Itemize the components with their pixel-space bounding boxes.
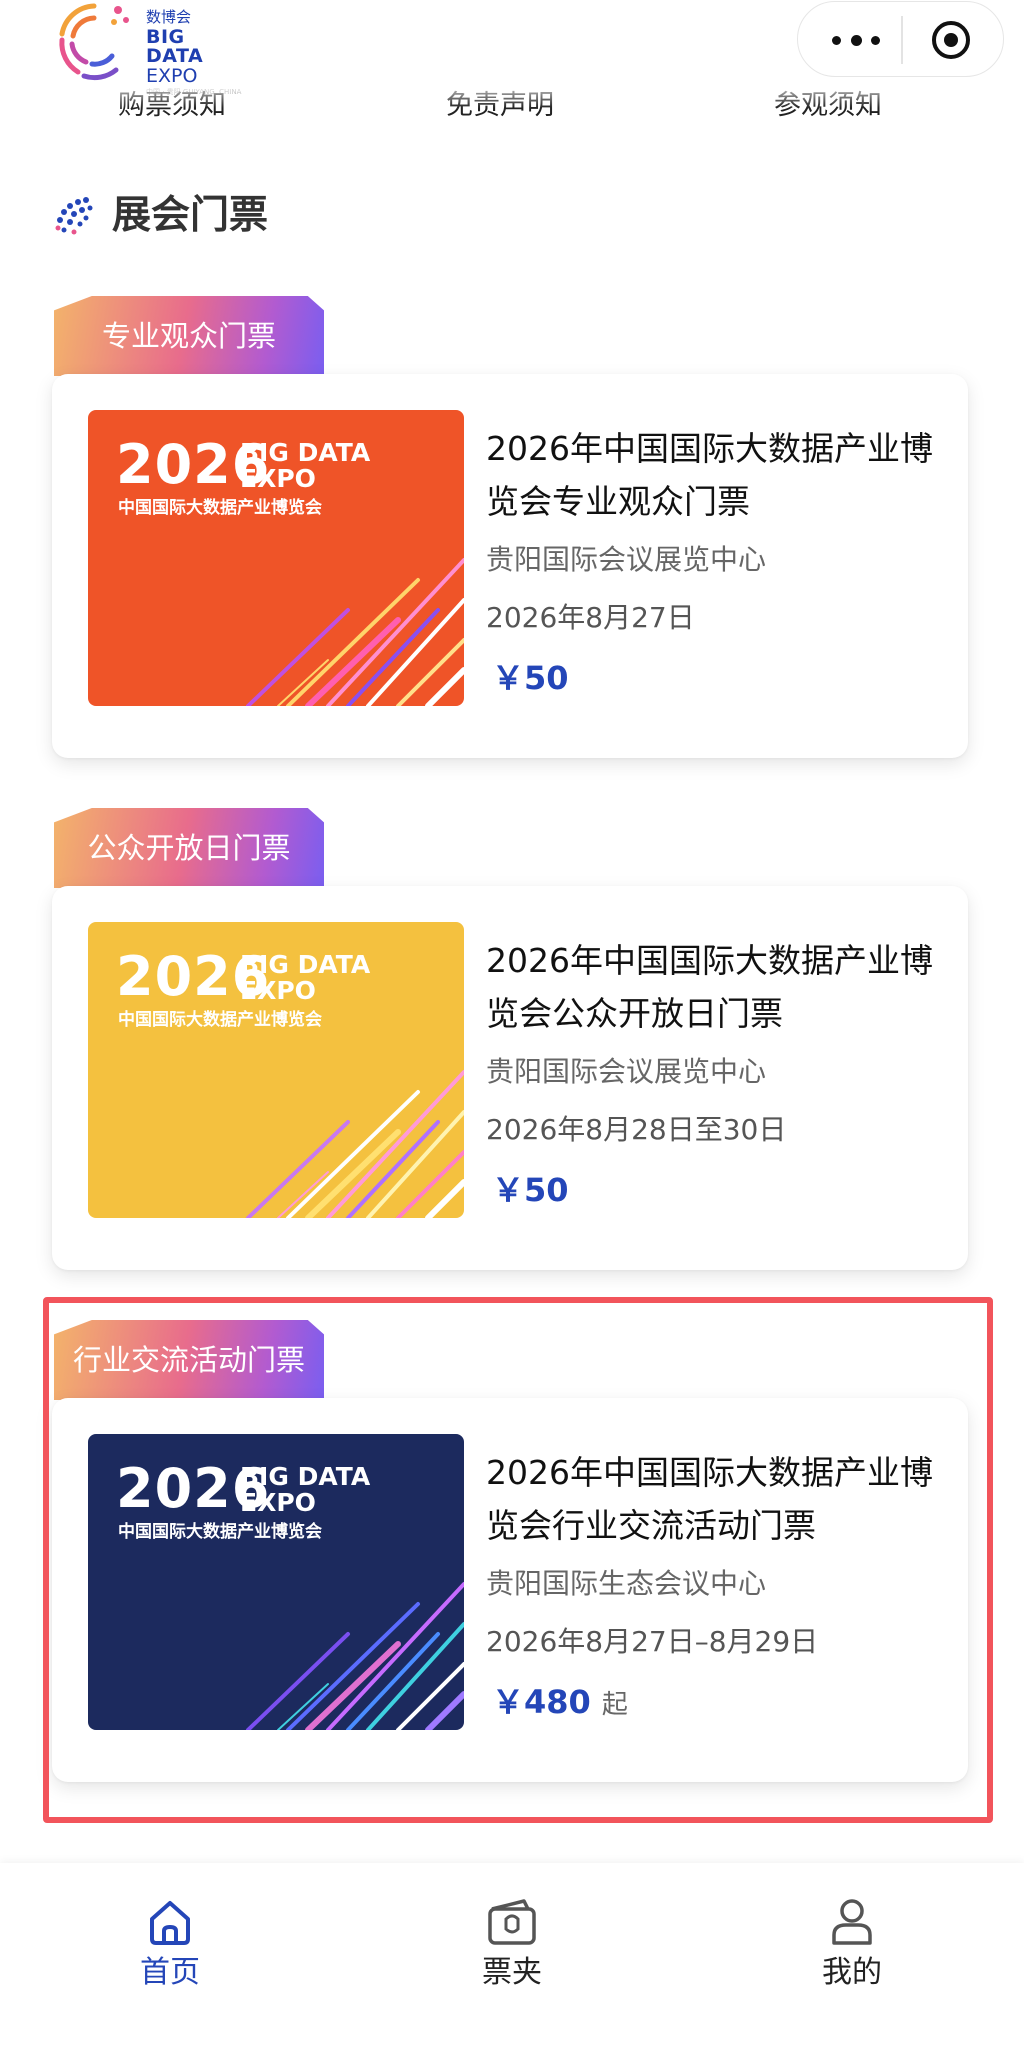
- link-visit-notice[interactable]: 参观须知: [774, 86, 882, 126]
- tab-ticket-wallet-label: 票夹: [482, 1955, 542, 1990]
- more-options-icon[interactable]: [828, 22, 884, 58]
- poster-brand: BIG DATA: [240, 438, 371, 467]
- poster-cn-title: 中国国际大数据产业博览会: [118, 1010, 322, 1030]
- ticket-wallet-icon: [488, 1899, 536, 1945]
- poster-cn-title: 中国国际大数据产业博览会: [118, 498, 322, 518]
- home-icon: [150, 1901, 190, 1945]
- section-title: 展会门票: [112, 193, 269, 238]
- ticket-category-tag: 公众开放日门票: [54, 808, 324, 888]
- ticket-block-professional: 专业观众门票 2026 BIG DATA EXPO 中国国际大数据产业博览会 2…: [50, 296, 970, 762]
- ticket-poster: 2026 BIG DATA EXPO 中国国际大数据产业博览会: [88, 410, 464, 706]
- expo-logo-mark: [59, 3, 129, 81]
- ticket-price: ￥50: [492, 659, 569, 697]
- poster-brand-2: EXPO: [240, 464, 316, 493]
- ticket-poster: 2026 BIG DATA EXPO 中国国际大数据产业博览会: [88, 922, 464, 1218]
- ticket-date: 2026年8月28日至30日: [486, 1113, 787, 1146]
- ticket-card[interactable]: 2026 BIG DATA EXPO 中国国际大数据产业博览会 2026年中国国…: [52, 374, 968, 758]
- user-icon: [832, 1899, 872, 1945]
- ticket-price-row: ￥50: [486, 1170, 946, 1210]
- ticket-date: 2026年8月27日: [486, 601, 695, 634]
- poster-brand: BIG DATA: [240, 950, 371, 979]
- miniprogram-capsule: [797, 1, 1004, 77]
- ticket-block-public: 公众开放日门票 2026 BIG DATA EXPO 中国国际大数据产业博览会 …: [50, 808, 970, 1274]
- capsule-divider: [901, 16, 903, 64]
- ticket-info: 2026年中国国际大数据产业博览会公众开放日门票 贵阳国际会议展览中心 2026…: [486, 934, 946, 1210]
- ticket-venue: 贵阳国际会议展览中心: [486, 543, 767, 576]
- ticket-title: 2026年中国国际大数据产业博览会公众开放日门票: [486, 941, 933, 1033]
- ticket-card[interactable]: 2026 BIG DATA EXPO 中国国际大数据产业博览会 2026年中国国…: [52, 886, 968, 1270]
- tab-profile[interactable]: 我的: [752, 1893, 952, 1993]
- ticket-info: 2026年中国国际大数据产业博览会专业观众门票 贵阳国际会议展览中心 2026年…: [486, 422, 946, 698]
- logo-cn-text: 数博会: [146, 8, 192, 26]
- ticket-category-label: 专业观众门票: [101, 319, 276, 353]
- tab-profile-label: 我的: [822, 1955, 882, 1990]
- logo-en-text: BIG DATA: [146, 26, 204, 67]
- dots-logo-icon: [55, 197, 93, 235]
- ticket-category-tag: 专业观众门票: [54, 296, 324, 376]
- link-disclaimer[interactable]: 免责声明: [446, 86, 554, 126]
- poster-brand-2: EXPO: [240, 976, 316, 1005]
- close-miniprogram-icon[interactable]: [930, 19, 972, 61]
- selection-highlight-box: [43, 1297, 993, 1823]
- info-links-row: 购票须知 免责声明 参观须知: [0, 86, 1024, 126]
- ticket-venue: 贵阳国际会议展览中心: [486, 1055, 767, 1088]
- logo-en-text-2: EXPO: [146, 65, 198, 87]
- ticket-price-row: ￥50: [486, 658, 946, 698]
- link-purchase-notice[interactable]: 购票须知: [118, 86, 226, 126]
- tab-home[interactable]: 首页: [70, 1893, 270, 1993]
- ticket-title: 2026年中国国际大数据产业博览会专业观众门票: [486, 429, 933, 521]
- tab-ticket-wallet[interactable]: 票夹: [412, 1893, 612, 1993]
- tab-home-label: 首页: [140, 1955, 200, 1990]
- expo-logo: 数博会 BIG DATA EXPO 中国 · 贵阳 GUIYANG, CHINA: [54, 0, 244, 96]
- ticket-price: ￥50: [492, 1171, 569, 1209]
- bottom-tab-bar: 首页 票夹 我的: [0, 1863, 1024, 2057]
- ticket-category-label: 公众开放日门票: [87, 831, 291, 865]
